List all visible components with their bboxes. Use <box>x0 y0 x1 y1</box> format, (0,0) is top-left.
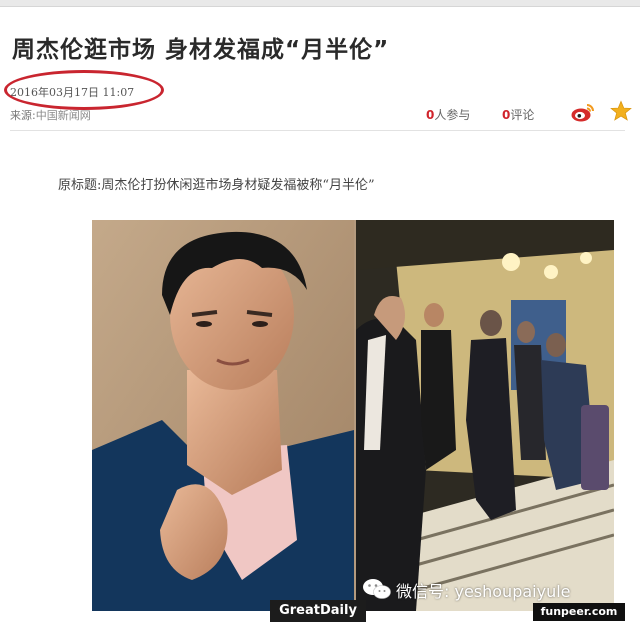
weibo-icon[interactable] <box>570 101 596 123</box>
date-highlight-circle <box>4 70 164 110</box>
top-border <box>0 0 640 7</box>
market-photo <box>356 220 614 611</box>
wechat-watermark: 微信号: yeshoupaiyule <box>396 582 571 601</box>
funpeer-badge: funpeer.com <box>533 603 625 621</box>
source-name[interactable]: 中国新闻网 <box>36 109 91 122</box>
participants-link[interactable]: 0人参与 <box>426 106 470 123</box>
header-divider <box>10 130 625 131</box>
wechat-icon <box>363 579 391 599</box>
article-photo <box>92 220 614 611</box>
portrait-photo <box>92 220 354 611</box>
source-line: 来源:中国新闻网 <box>10 107 91 123</box>
greatdaily-badge: GreatDaily <box>270 600 366 622</box>
comments-label: 评论 <box>510 108 535 122</box>
star-icon[interactable] <box>610 100 632 122</box>
comments-link[interactable]: 0评论 <box>502 106 534 123</box>
original-title: 原标题:周杰伦打扮休闲逛市场身材疑发福被称“月半伦” <box>58 178 375 193</box>
article-headline: 周杰伦逛市场 身材发福成“月半伦” <box>12 37 390 63</box>
participants-label: 人参与 <box>434 108 471 122</box>
source-label: 来源: <box>10 109 36 122</box>
